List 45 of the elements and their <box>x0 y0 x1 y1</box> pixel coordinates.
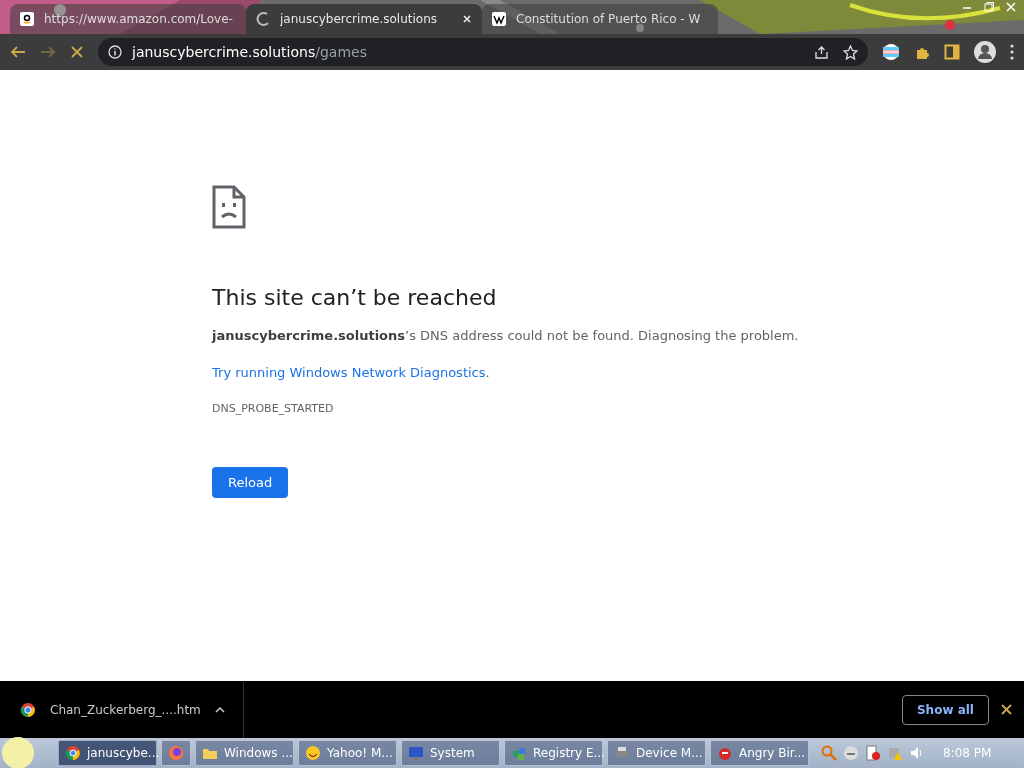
flag-extension-icon[interactable] <box>882 43 900 61</box>
browser-tab[interactable]: https://www.amazon.com/Love- <box>10 4 246 34</box>
taskbar-button[interactable]: Device M... <box>607 740 706 766</box>
profile-avatar-icon[interactable] <box>974 41 996 63</box>
chevron-up-icon[interactable] <box>214 704 225 715</box>
wikipedia-logo-icon <box>492 12 506 26</box>
error-message: januscybercrime.solutions’s DNS address could not be found. Diagnosing the problem. <box>212 328 800 343</box>
chrome-logo-icon <box>65 745 81 761</box>
error-code: DNS_PROBE_STARTED <box>212 402 335 415</box>
firefox-logo-icon <box>168 745 184 761</box>
bird-icon <box>717 745 733 761</box>
chrome-logo-icon <box>20 701 36 718</box>
start-button-icon[interactable] <box>1 736 35 768</box>
status-icon[interactable] <box>843 745 859 761</box>
taskbar-button[interactable]: Angry Bir... <box>710 740 809 766</box>
cubes-icon <box>511 745 527 761</box>
reload-button[interactable]: Reload <box>212 467 289 498</box>
browser-tab[interactable]: januscybercrime.solutions <box>246 4 482 34</box>
period-text: . <box>485 365 490 380</box>
smiley-icon <box>305 745 321 761</box>
back-arrow-icon[interactable] <box>10 44 26 60</box>
sad-page-icon <box>212 185 246 229</box>
star-icon[interactable] <box>843 44 858 60</box>
error-title: This site can’t be reached <box>212 285 498 310</box>
monitor-icon <box>408 745 424 761</box>
taskbar-button[interactable] <box>161 740 191 766</box>
close-icon[interactable] <box>1001 704 1012 715</box>
amazon-logo-icon <box>20 12 34 26</box>
side-panel-icon[interactable] <box>944 44 960 60</box>
taskbar-button[interactable]: Windows ... <box>195 740 294 766</box>
stop-icon[interactable] <box>70 45 84 59</box>
loading-spinner-icon <box>256 12 270 26</box>
taskbar-button[interactable]: Registry E... <box>504 740 603 766</box>
flag-alert-icon[interactable] <box>865 745 881 761</box>
show-all-button[interactable]: Show all <box>901 694 989 725</box>
download-filename[interactable]: Chan_Zuckerberg_....htm <box>50 702 201 717</box>
taskbar-button[interactable]: System <box>401 740 500 766</box>
share-icon[interactable] <box>814 44 829 60</box>
diagnostics-link[interactable]: Try running Windows Network Diagnostics <box>212 365 486 380</box>
menu-icon[interactable] <box>1010 44 1014 60</box>
address-bar[interactable]: januscybercrime.solutions/games <box>98 38 868 66</box>
browser-tab[interactable]: Constitution of Puerto Rico - W <box>482 4 718 34</box>
info-icon <box>108 45 122 59</box>
taskbar-button[interactable]: Yahoo! M... <box>298 740 397 766</box>
restore-icon[interactable] <box>984 2 994 12</box>
